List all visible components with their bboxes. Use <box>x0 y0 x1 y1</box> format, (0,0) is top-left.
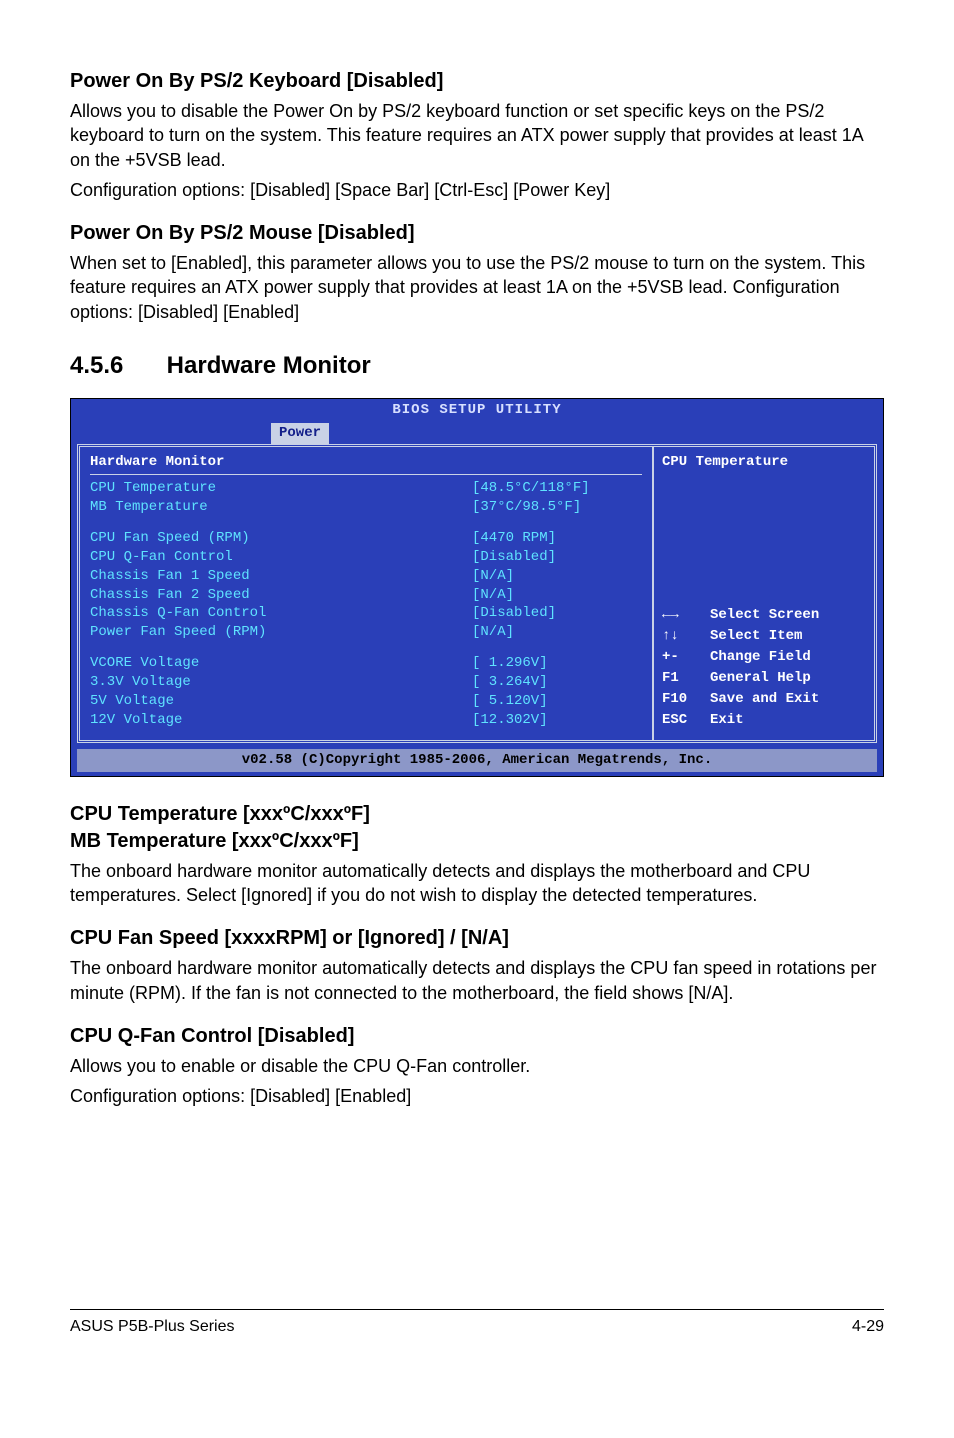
bios-right-pane: CPU Temperature Select Screen Select Ite… <box>654 447 874 740</box>
bios-value: [Disabled] <box>472 548 642 567</box>
bios-keyhelp: Select Screen <box>662 606 866 625</box>
arrow-lr-icon <box>662 606 710 625</box>
bios-row: CPU Q-Fan Control [Disabled] <box>90 548 642 567</box>
bios-inner: Hardware Monitor CPU Temperature [48.5°C… <box>77 444 877 743</box>
hw-monitor-heading: 4.5.6 Hardware Monitor <box>70 350 884 382</box>
bios-help-title: CPU Temperature <box>662 453 866 472</box>
bios-value: [37°C/98.5°F] <box>472 498 642 517</box>
bios-value: [12.302V] <box>472 711 642 730</box>
mouse-heading: Power On By PS/2 Mouse [Disabled] <box>70 220 884 247</box>
bios-value: [N/A] <box>472 586 642 605</box>
bios-label: Chassis Fan 2 Speed <box>90 586 472 605</box>
bios-tab-row: Power <box>71 423 883 444</box>
bios-row: Power Fan Speed (RPM) [N/A] <box>90 623 642 642</box>
bios-left-pane: Hardware Monitor CPU Temperature [48.5°C… <box>80 447 654 740</box>
bios-value: [48.5°C/118°F] <box>472 479 642 498</box>
bios-keyhelp: ESC Exit <box>662 711 866 730</box>
bios-title: BIOS SETUP UTILITY <box>71 399 883 423</box>
qfan-body-1: Allows you to enable or disable the CPU … <box>70 1054 884 1078</box>
keyhelp-desc: Save and Exit <box>710 690 866 709</box>
section-number: 4.5.6 <box>70 350 160 382</box>
bios-label: CPU Fan Speed (RPM) <box>90 529 472 548</box>
kb-body-1: Allows you to disable the Power On by PS… <box>70 99 884 172</box>
keyhelp-desc: Exit <box>710 711 866 730</box>
bios-row: Chassis Fan 2 Speed [N/A] <box>90 586 642 605</box>
footer-left: ASUS P5B-Plus Series <box>70 1316 235 1338</box>
qfan-body-2: Configuration options: [Disabled] [Enabl… <box>70 1084 884 1108</box>
kb-body-2: Configuration options: [Disabled] [Space… <box>70 178 884 202</box>
footer-right: 4-29 <box>852 1316 884 1338</box>
arrow-ud-icon <box>662 627 710 646</box>
bios-keyhelp: F1 General Help <box>662 669 866 688</box>
bios-value: [ 1.296V] <box>472 654 642 673</box>
bios-row: CPU Fan Speed (RPM) [4470 RPM] <box>90 529 642 548</box>
bios-footer: v02.58 (C)Copyright 1985-2006, American … <box>77 749 877 772</box>
fan-body: The onboard hardware monitor automatical… <box>70 956 884 1005</box>
bios-label: Chassis Q-Fan Control <box>90 604 472 623</box>
temp-heading: CPU Temperature [xxxºC/xxxºF] MB Tempera… <box>70 801 884 855</box>
bios-label: MB Temperature <box>90 498 472 517</box>
bios-value: [ 3.264V] <box>472 673 642 692</box>
temp-body: The onboard hardware monitor automatical… <box>70 859 884 908</box>
bios-label: Power Fan Speed (RPM) <box>90 623 472 642</box>
bios-row: 5V Voltage [ 5.120V] <box>90 692 642 711</box>
keyhelp-key: ESC <box>662 711 710 730</box>
keyhelp-desc: Change Field <box>710 648 866 667</box>
bios-label: Chassis Fan 1 Speed <box>90 567 472 586</box>
keyhelp-key: +- <box>662 648 710 667</box>
keyhelp-desc: General Help <box>710 669 866 688</box>
bios-keyhelp: Select Item <box>662 627 866 646</box>
bios-value: [N/A] <box>472 623 642 642</box>
keyhelp-key: F1 <box>662 669 710 688</box>
bios-label: 5V Voltage <box>90 692 472 711</box>
mouse-body: When set to [Enabled], this parameter al… <box>70 251 884 324</box>
bios-keyhelp: F10 Save and Exit <box>662 690 866 709</box>
bios-panel-title: Hardware Monitor <box>90 453 642 475</box>
section-title: Hardware Monitor <box>167 352 371 379</box>
bios-row: MB Temperature [37°C/98.5°F] <box>90 498 642 517</box>
bios-value: [4470 RPM] <box>472 529 642 548</box>
bios-keyhelp: +- Change Field <box>662 648 866 667</box>
fan-heading: CPU Fan Speed [xxxxRPM] or [Ignored] / [… <box>70 925 884 952</box>
kb-heading: Power On By PS/2 Keyboard [Disabled] <box>70 68 884 95</box>
bios-row: Chassis Fan 1 Speed [N/A] <box>90 567 642 586</box>
keyhelp-key: F10 <box>662 690 710 709</box>
page-footer: ASUS P5B-Plus Series 4-29 <box>70 1309 884 1338</box>
bios-screenshot: BIOS SETUP UTILITY Power Hardware Monito… <box>70 398 884 776</box>
bios-label: CPU Q-Fan Control <box>90 548 472 567</box>
bios-row: 12V Voltage [12.302V] <box>90 711 642 730</box>
bios-row: 3.3V Voltage [ 3.264V] <box>90 673 642 692</box>
keyhelp-desc: Select Screen <box>710 606 866 625</box>
bios-row: VCORE Voltage [ 1.296V] <box>90 654 642 673</box>
bios-label: CPU Temperature <box>90 479 472 498</box>
bios-row: CPU Temperature [48.5°C/118°F] <box>90 479 642 498</box>
bios-value: [Disabled] <box>472 604 642 623</box>
bios-label: VCORE Voltage <box>90 654 472 673</box>
qfan-heading: CPU Q-Fan Control [Disabled] <box>70 1023 884 1050</box>
bios-tab-power: Power <box>271 423 329 444</box>
bios-value: [N/A] <box>472 567 642 586</box>
bios-row: Chassis Q-Fan Control [Disabled] <box>90 604 642 623</box>
bios-label: 12V Voltage <box>90 711 472 730</box>
bios-label: 3.3V Voltage <box>90 673 472 692</box>
keyhelp-desc: Select Item <box>710 627 866 646</box>
bios-value: [ 5.120V] <box>472 692 642 711</box>
